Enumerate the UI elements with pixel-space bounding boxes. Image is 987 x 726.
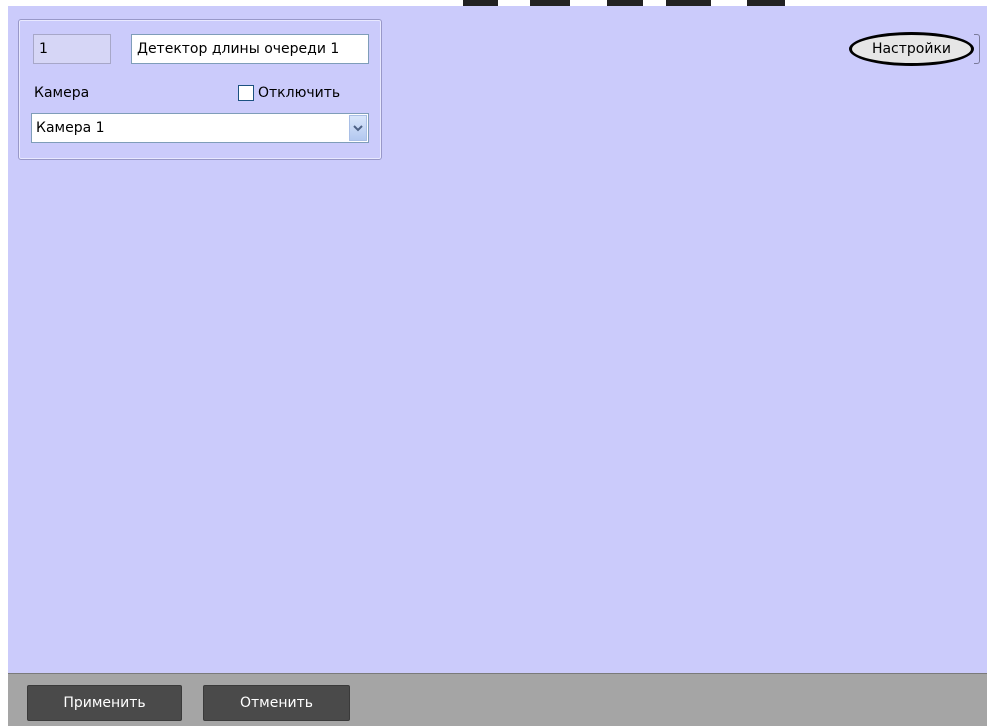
apply-button[interactable]: Применить: [27, 685, 182, 721]
action-footer: Применить Отменить: [8, 674, 987, 726]
settings-window: 1 Детектор длины очереди 1 Камера Отключ…: [0, 0, 987, 726]
object-settings-panel: 1 Детектор длины очереди 1 Камера Отключ…: [8, 6, 987, 674]
chevron-down-icon[interactable]: [349, 115, 367, 141]
camera-label: Камера: [34, 85, 90, 101]
cancel-button[interactable]: Отменить: [203, 685, 350, 721]
camera-select[interactable]: Камера 1: [31, 113, 369, 143]
object-properties-group: 1 Детектор длины очереди 1 Камера Отключ…: [18, 19, 382, 160]
camera-select-value: Камера 1: [36, 120, 105, 136]
settings-button[interactable]: Настройки: [849, 32, 974, 66]
settings-button-edge: [974, 34, 980, 64]
disable-option[interactable]: Отключить: [238, 83, 340, 103]
object-id-field[interactable]: 1: [33, 34, 111, 64]
object-name-field[interactable]: Детектор длины очереди 1: [131, 34, 369, 64]
disable-checkbox[interactable]: [238, 85, 254, 101]
disable-label: Отключить: [258, 85, 341, 101]
